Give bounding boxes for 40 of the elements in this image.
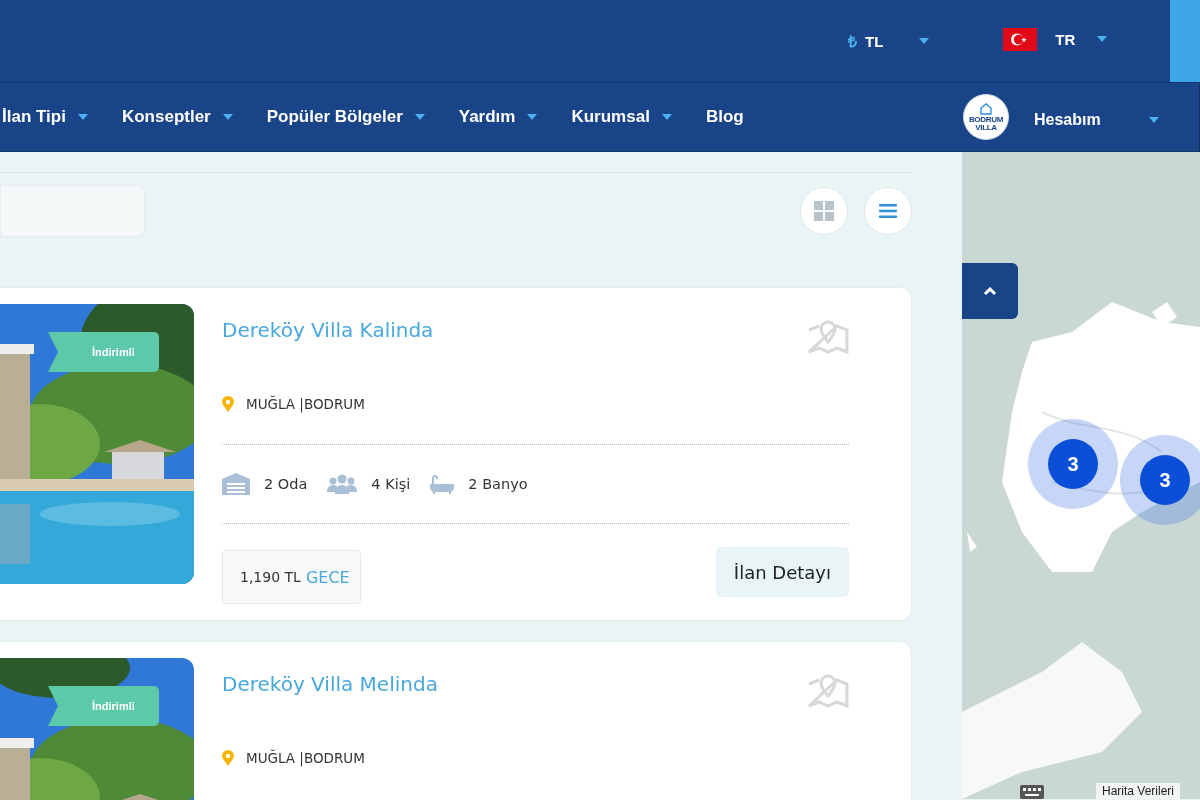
flag-icon xyxy=(1003,27,1038,51)
bathtub-icon xyxy=(430,474,455,494)
location-pin-icon xyxy=(222,396,234,412)
location-text: MUĞLA |BODRUM xyxy=(246,750,365,766)
list-icon xyxy=(879,204,897,218)
nav-item[interactable]: Konseptler xyxy=(121,107,211,127)
map-pin-icon[interactable] xyxy=(807,318,849,354)
price-tag: 1,190 TL GECE xyxy=(222,550,361,604)
map-pin-icon[interactable] xyxy=(807,672,849,708)
nav-item[interactable]: Kurumsal xyxy=(571,107,650,127)
location-text: MUĞLA |BODRUM xyxy=(246,396,365,412)
account-menu[interactable]: Hesabım xyxy=(1034,111,1101,129)
detail-button[interactable]: İlan Detayı xyxy=(715,547,849,597)
caret-icon xyxy=(1097,36,1108,42)
feature-text: 2 Oda xyxy=(264,476,308,492)
grid-icon xyxy=(814,201,834,221)
nav-item[interactable]: İlan Tipi xyxy=(2,107,66,127)
caret-icon xyxy=(1148,117,1159,123)
lira-icon: ₺ xyxy=(848,30,857,52)
location-pin-icon xyxy=(222,750,234,766)
scroll-up-button[interactable] xyxy=(962,263,1018,319)
currency-label[interactable]: TL xyxy=(865,32,884,50)
grid-view-button[interactable] xyxy=(800,187,848,235)
language-label[interactable]: TR xyxy=(1055,30,1076,48)
garage-icon xyxy=(222,473,250,495)
map-attribution[interactable]: Harita Verileri xyxy=(1095,783,1180,799)
caret-icon xyxy=(919,38,930,44)
map-cluster[interactable]: 3 xyxy=(1028,419,1118,509)
nav-item[interactable]: Yardım xyxy=(458,107,516,127)
nav-item[interactable]: Popüler Bölgeler xyxy=(266,107,403,127)
map-cluster[interactable]: 3 xyxy=(1120,435,1200,525)
chevron-up-icon xyxy=(983,286,997,296)
people-icon xyxy=(327,474,358,494)
feature-text: 4 Kişi xyxy=(371,476,411,492)
logo[interactable]: BODRUM VILLA xyxy=(963,94,1009,140)
nav-item[interactable]: Blog xyxy=(705,107,744,127)
house-icon xyxy=(980,102,992,115)
list-view-button[interactable] xyxy=(864,187,912,235)
keyboard-icon[interactable] xyxy=(1020,785,1044,799)
feature-text: 2 Banyo xyxy=(468,476,528,492)
